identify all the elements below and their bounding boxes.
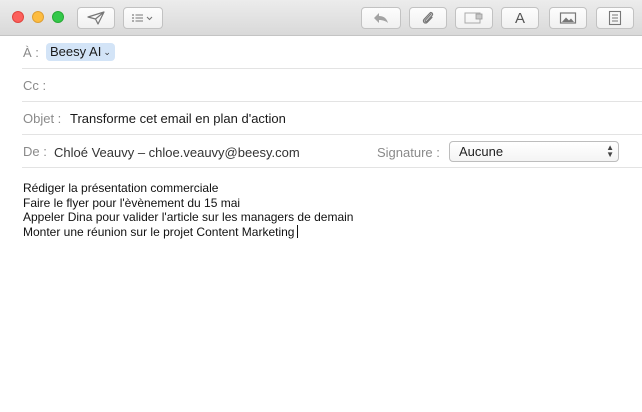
- from-field-row: De : Chloé Veauvy – chloe.veauvy@beesy.c…: [22, 135, 642, 168]
- subject-label: Objet :: [23, 111, 62, 126]
- list-icon: [132, 14, 153, 22]
- signature-label: Signature :: [377, 145, 440, 160]
- minimize-window-button[interactable]: [32, 11, 44, 23]
- cc-label: Cc :: [23, 78, 47, 93]
- body-line: Faire le flyer pour l'èvènement du 15 ma…: [23, 195, 241, 210]
- chevron-down-icon: ⌄: [103, 47, 111, 57]
- cc-field-row[interactable]: Cc :: [22, 69, 642, 102]
- to-label: À :: [23, 45, 39, 60]
- recipient-chip[interactable]: Beesy AI ⌄: [46, 43, 115, 61]
- paper-plane-icon: [87, 11, 105, 25]
- mail-compose-window: A À : Beesy AI ⌄ Cc : Objet: Transforme…: [0, 0, 642, 412]
- from-label: De :: [23, 144, 47, 159]
- paperclip-icon: [422, 11, 434, 24]
- signature-select[interactable]: Aucune ▲ ▼: [449, 141, 619, 162]
- fonts-button[interactable]: A: [501, 7, 539, 29]
- font-icon: A: [514, 9, 525, 27]
- from-account-select[interactable]: Chloé Veauvy – chloe.veauvy@beesy.com: [54, 145, 300, 160]
- attach-button[interactable]: [409, 7, 447, 29]
- photo-button[interactable]: [549, 7, 587, 29]
- recipient-name: Beesy AI: [50, 44, 102, 59]
- header-fields-button[interactable]: [123, 7, 163, 29]
- subject-field-row[interactable]: Objet : Transforme cet email en plan d'a…: [22, 102, 642, 135]
- signature-value: Aucune: [459, 144, 504, 159]
- subject-input[interactable]: Transforme cet email en plan d'action: [70, 111, 286, 126]
- format-icon: [608, 10, 622, 26]
- reply-button[interactable]: [361, 7, 401, 29]
- reply-arrow-icon: [374, 13, 388, 23]
- body-line-text: Monter une réunion sur le projet Content…: [23, 224, 295, 239]
- body-line-last: Monter une réunion sur le projet Content…: [23, 224, 623, 240]
- browser-button[interactable]: [455, 7, 493, 29]
- updown-arrows-icon: ▲ ▼: [606, 143, 614, 159]
- photo-icon: [559, 12, 577, 24]
- maximize-window-button[interactable]: [52, 11, 64, 23]
- body-line: Appeler Dina pour valider l'article sur …: [23, 210, 354, 224]
- format-button[interactable]: [596, 7, 634, 29]
- to-field-row[interactable]: À : Beesy AI ⌄: [22, 36, 642, 69]
- message-body[interactable]: Rédiger la présentation commerciale Fair…: [23, 181, 623, 239]
- browser-icon: [464, 12, 483, 24]
- send-button[interactable]: [77, 7, 115, 29]
- body-line: Rédiger la présentation commerciale: [23, 181, 219, 195]
- text-caret: [297, 224, 299, 238]
- close-window-button[interactable]: [12, 11, 24, 23]
- toolbar: A: [0, 0, 642, 36]
